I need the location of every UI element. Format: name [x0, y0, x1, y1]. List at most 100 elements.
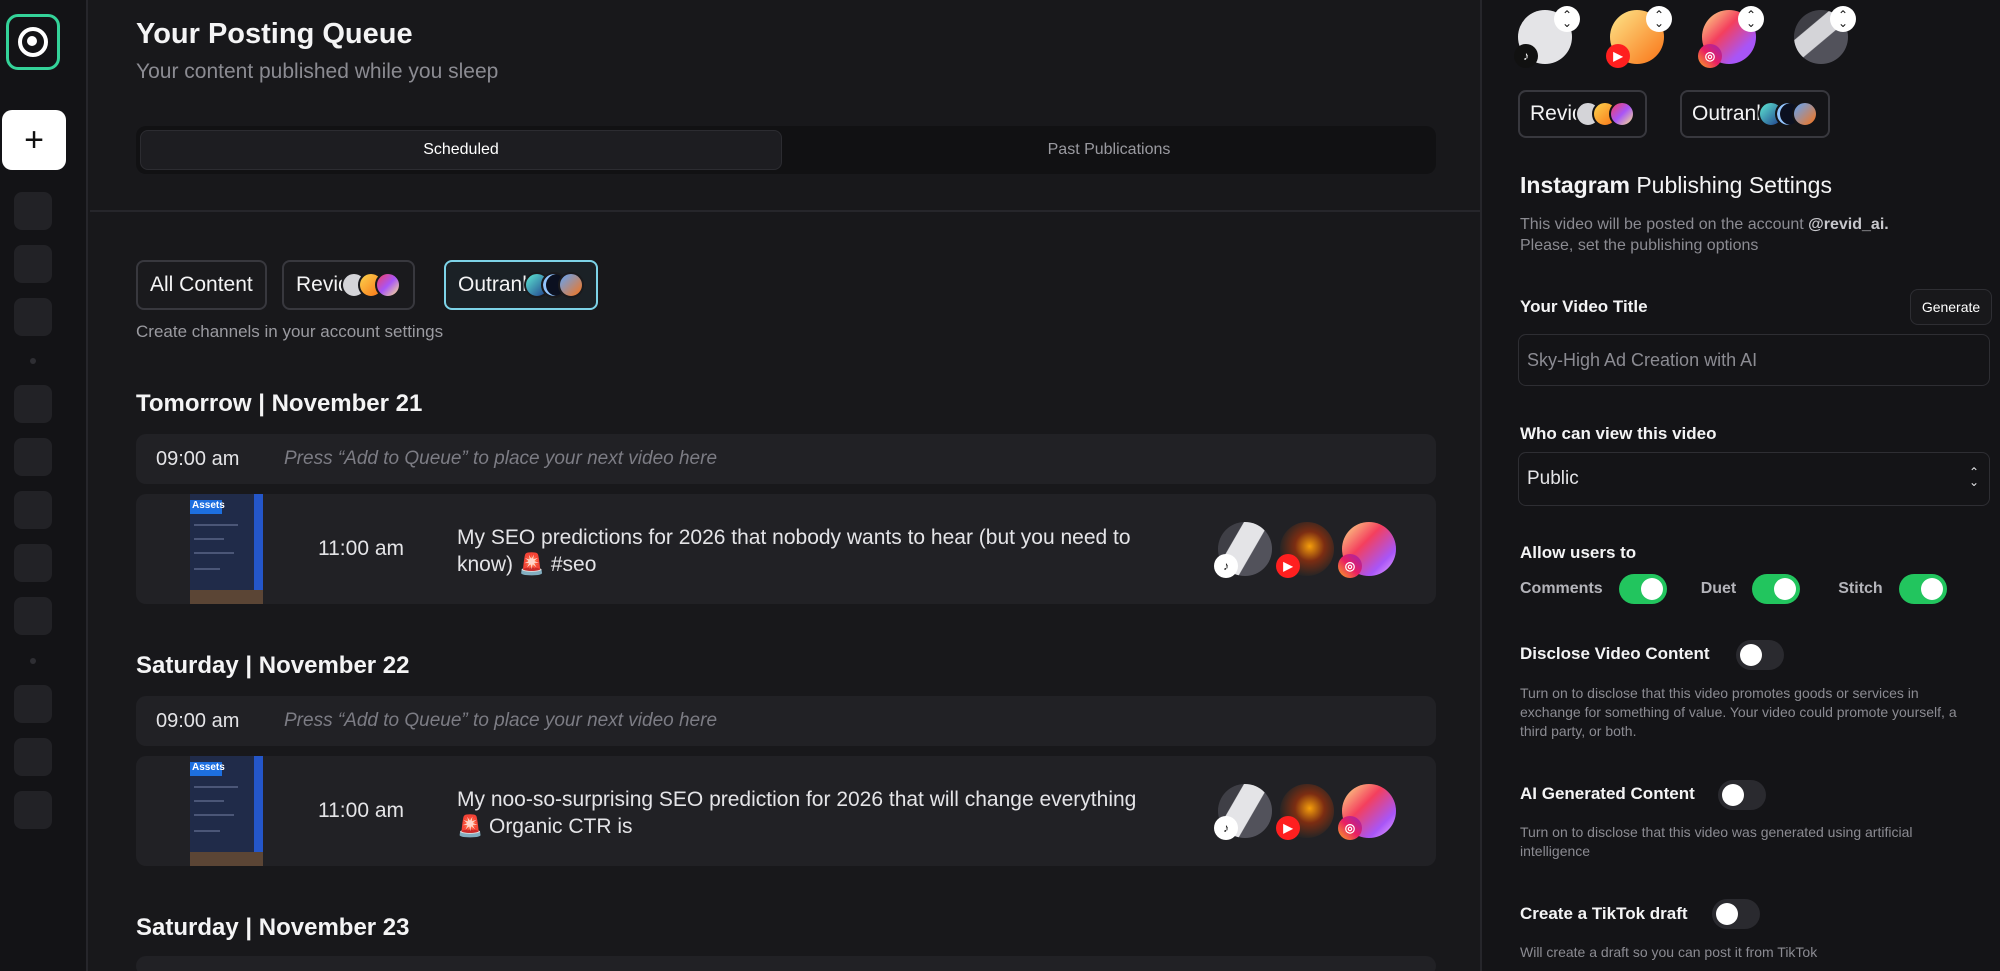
channel-chip-outrank[interactable]: Outrank — [1680, 90, 1830, 138]
tiktok-account-avatar: ♪ — [1214, 784, 1272, 840]
rail-item[interactable] — [14, 491, 52, 529]
chevron-updown-icon: ⌃ ⌄ — [1968, 465, 1979, 489]
add-button[interactable]: + — [2, 110, 66, 170]
posting-queue: Your Posting Queue Your content publishe… — [90, 0, 1480, 971]
video-title-input[interactable]: Sky-High Ad Creation with AI — [1518, 334, 1990, 386]
reorder-icon[interactable]: ⌃ ⌄ — [1830, 6, 1856, 32]
tiktok-icon: ♪ — [1214, 554, 1238, 578]
stitch-label: Stitch — [1838, 580, 1883, 597]
disclose-content-description: Turn on to disclose that this video prom… — [1520, 685, 1957, 739]
scheduled-post[interactable]: Assets 11:00 am My SEO predictions for 2… — [136, 494, 1436, 604]
divider — [90, 210, 1480, 212]
empty-slot[interactable]: 09:00 am Press “Add to Queue” to place y… — [136, 696, 1436, 746]
filter-outrank[interactable]: Outrank — [444, 260, 598, 310]
rail-item[interactable] — [14, 738, 52, 776]
filter-label: Outrank — [458, 273, 533, 296]
select-value: Public — [1527, 468, 1579, 489]
disclose-content-toggle[interactable] — [1736, 640, 1784, 670]
comments-toggle[interactable] — [1618, 574, 1667, 604]
rail-item[interactable] — [14, 791, 52, 829]
day-heading: Tomorrow | November 21 — [136, 390, 423, 417]
youtube-icon: ▶ — [1276, 816, 1300, 840]
instagram-icon: ◎ — [1338, 554, 1362, 578]
tab-past-publications[interactable]: Past Publications — [786, 130, 1432, 170]
ai-generated-label: AI Generated Content — [1520, 784, 1695, 803]
video-title-label: Your Video Title — [1520, 297, 1648, 316]
filter-revid[interactable]: Revid — [282, 260, 415, 310]
allow-users-row: Comments Duet Stitch — [1520, 574, 1947, 604]
publishing-settings-panel: ♪ ⌃ ⌄ ▶ ⌃ ⌄ ◎ ⌃ ⌄ ⌃ ⌄ Revid Outrank Instagra… — [1480, 0, 2000, 971]
settings-title-rest: Publishing Settings — [1629, 172, 1832, 198]
filter-label: All Content — [150, 273, 253, 296]
rail-divider — [30, 658, 36, 664]
empty-slot[interactable]: 09:00 am Press “Add to Queue” to place y… — [136, 434, 1436, 484]
account-handle: @revid_ai. — [1808, 216, 1889, 233]
channel-avatar — [557, 272, 584, 298]
reorder-icon[interactable]: ⌃ ⌄ — [1646, 6, 1672, 32]
slot-placeholder: Press “Add to Queue” to place your next … — [284, 448, 718, 469]
rail-item[interactable] — [14, 245, 52, 283]
page-title: Your Posting Queue — [136, 18, 413, 50]
rail-item[interactable] — [14, 438, 52, 476]
filter-all-content[interactable]: All Content — [136, 260, 267, 310]
duet-label: Duet — [1700, 580, 1737, 597]
rail-divider — [30, 358, 36, 364]
reorder-icon[interactable]: ⌃ ⌄ — [1554, 6, 1580, 32]
tiktok-draft-toggle[interactable] — [1712, 899, 1760, 929]
slot-time: 09:00 am — [156, 709, 240, 732]
stitch-toggle[interactable] — [1898, 574, 1947, 604]
page-subtitle: Your content published while you sleep — [136, 60, 499, 83]
rail-item[interactable] — [14, 298, 52, 336]
rail-item[interactable] — [14, 385, 52, 423]
thumb-label: Assets — [190, 762, 225, 776]
comments-label: Comments — [1520, 580, 1603, 597]
platform-name: Instagram — [1520, 172, 1630, 198]
day-heading: Saturday | November 22 — [136, 652, 410, 679]
tiktok-icon: ♪ — [1514, 44, 1538, 68]
allow-users-label: Allow users to — [1520, 543, 1637, 562]
rail-item[interactable] — [14, 544, 52, 582]
rail-item[interactable] — [14, 192, 52, 230]
queue-tabs: Scheduled Past Publications — [136, 126, 1436, 174]
thumb-label: Assets — [190, 500, 225, 514]
tab-scheduled[interactable]: Scheduled — [140, 130, 782, 170]
reorder-icon[interactable]: ⌃ ⌄ — [1738, 6, 1764, 32]
post-time: 11:00 am — [318, 799, 404, 822]
youtube-icon: ▶ — [1276, 554, 1300, 578]
post-thumbnail: Assets — [190, 756, 263, 866]
youtube-icon: ▶ — [1606, 44, 1630, 68]
eye-icon — [18, 27, 48, 57]
post-time: 11:00 am — [318, 537, 404, 560]
youtube-account-avatar: ▶ — [1276, 522, 1334, 578]
rail-item[interactable] — [14, 685, 52, 723]
post-thumbnail: Assets — [190, 494, 263, 604]
slot-time: 09:00 am — [156, 447, 240, 470]
generate-button[interactable]: Generate — [1910, 289, 1992, 325]
instagram-account-avatar: ◎ — [1338, 522, 1396, 578]
empty-slot[interactable] — [136, 956, 1436, 971]
day-heading: Saturday | November 23 — [136, 914, 410, 941]
slot-placeholder: Press “Add to Queue” to place your next … — [284, 710, 718, 731]
tiktok-account-avatar: ♪ — [1214, 522, 1272, 578]
ai-generated-description: Turn on to disclose that this video was … — [1520, 824, 1913, 859]
channel-avatar — [1791, 101, 1818, 127]
rail-item[interactable] — [14, 597, 52, 635]
scheduled-post[interactable]: Assets 11:00 am My noo-so-surprising SEO… — [136, 756, 1436, 866]
settings-title: Instagram Publishing Settings — [1520, 172, 1832, 199]
channel-chip-revid[interactable]: Revid — [1518, 90, 1647, 138]
instagram-icon: ◎ — [1338, 816, 1362, 840]
chip-label: Outrank — [1692, 102, 1767, 125]
duet-toggle[interactable] — [1752, 574, 1801, 604]
tiktok-draft-description: Will create a draft so you can post it f… — [1520, 944, 1818, 960]
filters-hint: Create channels in your account settings — [136, 322, 444, 341]
settings-description: This video will be posted on the account… — [1520, 216, 1889, 254]
tiktok-icon: ♪ — [1214, 816, 1238, 840]
who-can-view-select[interactable]: Public ⌃ ⌄ — [1518, 452, 1990, 506]
instagram-icon: ◎ — [1698, 44, 1722, 68]
app-logo[interactable] — [6, 14, 60, 70]
ai-generated-toggle[interactable] — [1718, 780, 1766, 810]
channel-avatar — [374, 272, 401, 298]
instagram-account-avatar: ◎ — [1338, 784, 1396, 840]
channel-avatar — [1608, 101, 1635, 127]
post-caption: My SEO predictions for 2026 that nobody … — [457, 526, 1131, 576]
